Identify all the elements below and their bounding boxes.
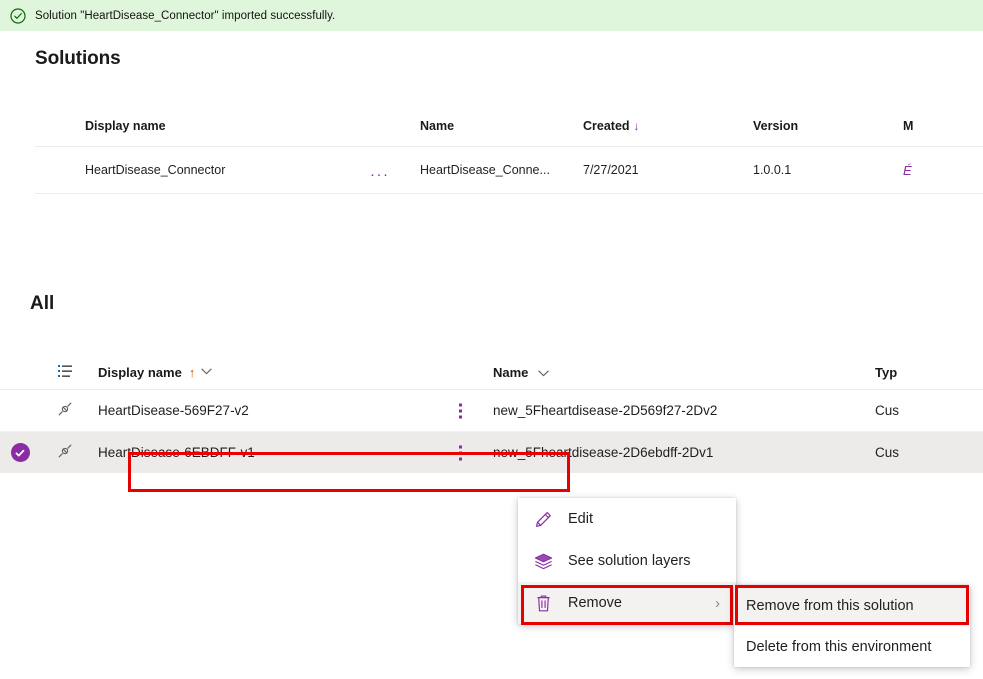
solution-created-cell: 7/27/2021 [583, 163, 639, 177]
row-context-menu-icon[interactable] [459, 403, 462, 418]
connector-plug-icon [57, 401, 73, 420]
solution-managed-cell: É [903, 163, 963, 178]
submenu-item-delete-from-environment-label: Delete from this environment [746, 638, 932, 655]
submenu-item-remove-from-solution-label: Remove from this solution [746, 597, 914, 614]
submenu-item-remove-from-solution[interactable]: Remove from this solution [734, 585, 970, 626]
solution-display-name-text: HeartDisease_Connector [85, 163, 226, 177]
solution-name-cell: HeartDisease_Conne... [420, 163, 550, 177]
chevron-right-icon: › [715, 594, 720, 612]
component-display-name-text: HeartDisease-6EBDFF-v1 [98, 445, 255, 460]
check-circle-filled-icon [10, 443, 30, 462]
solutions-table: Display name Name Created ↓ Version M Hea… [35, 110, 983, 194]
column-header-created[interactable]: Created ↓ [583, 119, 753, 133]
component-type-text: Cus [875, 403, 900, 418]
column-header-all-name[interactable]: Name [490, 365, 875, 380]
menu-item-remove[interactable]: Remove › [518, 582, 736, 624]
success-banner: Solution "HeartDisease_Connector" import… [0, 0, 983, 31]
component-display-name-cell: HeartDisease-6EBDFF-v1 [90, 445, 490, 460]
all-components-table: Display name ↑ Name Typ HeartDisease-569… [0, 355, 983, 473]
column-header-version[interactable]: Version [753, 119, 903, 133]
chevron-down-icon-name[interactable] [538, 368, 549, 380]
column-header-display-name[interactable]: Display name [35, 119, 420, 133]
column-header-all-type[interactable]: Typ [875, 365, 983, 380]
solutions-table-row[interactable]: HeartDisease_Connector ··· HeartDisease_… [35, 147, 983, 194]
column-header-name[interactable]: Name [420, 119, 583, 133]
component-display-name-text: HeartDisease-569F27-v2 [98, 403, 249, 418]
menu-item-edit[interactable]: Edit [518, 498, 736, 540]
component-type-text: Cus [875, 445, 900, 460]
submenu-item-delete-from-environment[interactable]: Delete from this environment [734, 626, 970, 667]
more-options-icon[interactable]: ··· [370, 167, 390, 182]
list-columns-icon [57, 364, 73, 381]
menu-item-remove-label: Remove [568, 595, 622, 611]
sort-descending-icon: ↓ [633, 119, 640, 133]
column-header-all-display-name[interactable]: Display name ↑ [90, 365, 490, 380]
menu-item-see-solution-layers[interactable]: See solution layers [518, 540, 736, 582]
solution-display-name-cell: HeartDisease_Connector [35, 163, 420, 177]
row-select-checkbox-checked[interactable] [0, 443, 40, 462]
sort-ascending-icon: ↑ [188, 364, 196, 380]
all-table-header: Display name ↑ Name Typ [0, 355, 983, 390]
trash-icon [532, 594, 554, 613]
solutions-page-title: Solutions [35, 48, 121, 69]
column-header-created-label: Created [583, 119, 630, 133]
component-type-cell [40, 443, 90, 462]
chevron-down-icon[interactable] [201, 366, 213, 378]
component-name-cell: new_5Fheartdisease-2D6ebdff-2Dv1 [493, 445, 714, 460]
menu-item-edit-label: Edit [568, 511, 593, 527]
row-context-menu: Edit See solution layers Remove › [518, 498, 736, 624]
column-header-all-name-label: Name [493, 364, 529, 380]
managed-glyph: É [903, 162, 912, 178]
menu-item-see-solution-layers-label: See solution layers [568, 553, 691, 569]
component-name-cell: new_5Fheartdisease-2D569f27-2Dv2 [493, 403, 718, 418]
connector-plug-icon [57, 443, 73, 462]
column-header-type-icon[interactable] [40, 364, 90, 381]
success-banner-message: Solution "HeartDisease_Connector" import… [35, 9, 336, 22]
pencil-icon [532, 510, 554, 529]
component-display-name-cell: HeartDisease-569F27-v2 [90, 403, 490, 418]
table-row[interactable]: HeartDisease-569F27-v2 new_5Fheartdiseas… [0, 390, 983, 432]
column-header-managed[interactable]: M [903, 119, 963, 133]
remove-submenu: Remove from this solution Delete from th… [734, 585, 970, 667]
row-context-menu-icon[interactable] [459, 445, 462, 460]
solutions-table-header: Display name Name Created ↓ Version M [35, 110, 983, 147]
layers-icon [532, 553, 554, 570]
component-type-cell [40, 401, 90, 420]
table-row[interactable]: HeartDisease-6EBDFF-v1 new_5Fheartdiseas… [0, 432, 983, 473]
check-circle-icon [10, 7, 26, 24]
solution-version-cell: 1.0.0.1 [753, 163, 792, 177]
column-header-all-display-name-label: Display name [98, 364, 182, 380]
all-section-title: All [30, 293, 55, 314]
